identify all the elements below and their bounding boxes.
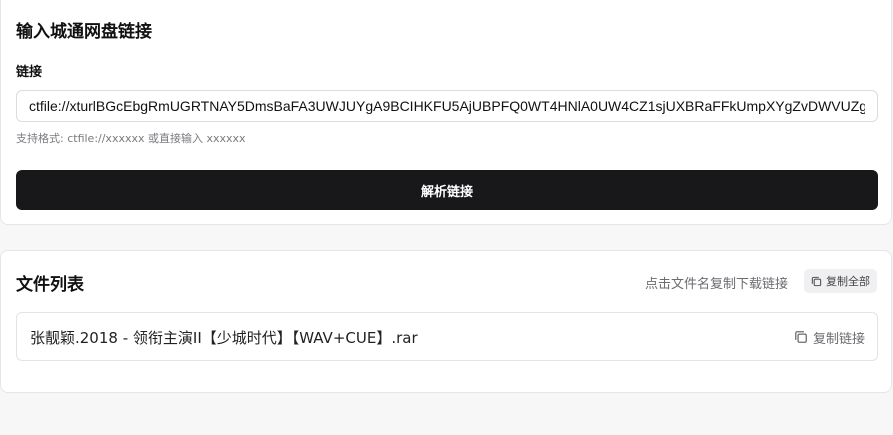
link-input-card: 输入城通网盘链接 链接 支持格式: ctfile://xxxxxx 或直接输入 … bbox=[0, 0, 892, 225]
link-input[interactable] bbox=[16, 90, 878, 122]
parse-link-button[interactable]: 解析链接 bbox=[16, 170, 878, 210]
copy-icon bbox=[811, 276, 822, 287]
copy-link-label: 复制链接 bbox=[812, 331, 865, 347]
section-title: 输入城通网盘链接 bbox=[16, 22, 152, 42]
file-row[interactable]: 张靓颖.2018 - 领衔主演II【少城时代】【WAV+CUE】.rar 复制链… bbox=[16, 312, 878, 361]
file-name[interactable]: 张靓颖.2018 - 领衔主演II【少城时代】【WAV+CUE】.rar bbox=[30, 327, 418, 348]
copy-link-button[interactable]: 复制链接 bbox=[794, 326, 865, 348]
format-hint: 支持格式: ctfile://xxxxxx 或直接输入 xxxxxx bbox=[16, 132, 246, 145]
copy-all-button[interactable]: 复制全部 bbox=[804, 269, 877, 293]
file-list-title: 文件列表 bbox=[16, 275, 84, 295]
link-field-label: 链接 bbox=[16, 65, 43, 80]
copy-icon bbox=[794, 330, 808, 344]
file-list-hint: 点击文件名复制下载链接 bbox=[644, 277, 788, 292]
copy-all-label: 复制全部 bbox=[826, 275, 870, 288]
file-list-card: 文件列表 点击文件名复制下载链接 复制全部 张靓颖.2018 - 领衔主演II【… bbox=[0, 250, 892, 393]
